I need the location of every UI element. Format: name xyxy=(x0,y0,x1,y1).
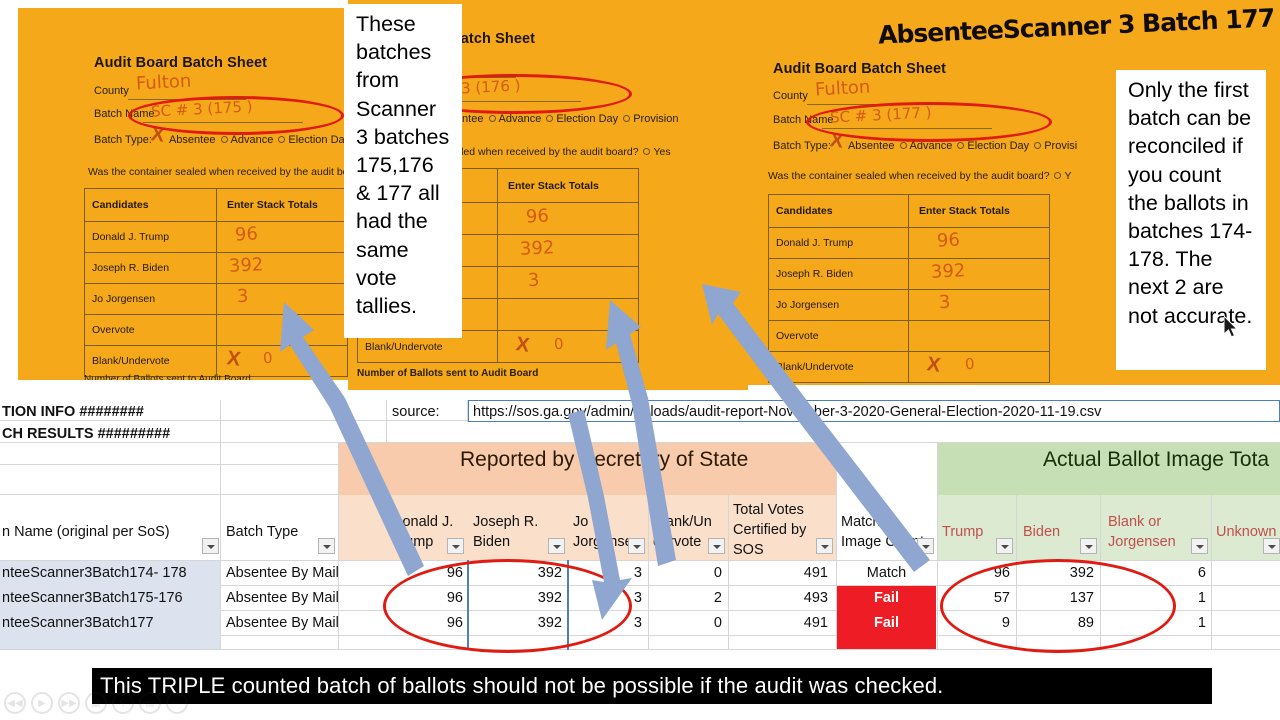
caption-bar: This TRIPLE counted batch of ballots sho… xyxy=(92,668,1212,704)
zoom-icon[interactable]: ⚲ xyxy=(112,692,134,714)
layout-icon[interactable]: ▦ xyxy=(85,692,107,714)
callout-note-right: Only the first batch can be reconciled i… xyxy=(1116,70,1266,370)
mouse-cursor-icon xyxy=(1224,316,1239,338)
notes-icon[interactable]: ▤ xyxy=(139,692,161,714)
play-icon[interactable]: ▶ xyxy=(31,692,53,714)
skip-forward-icon[interactable]: ▶▶ xyxy=(58,692,80,714)
annotation-arrows xyxy=(280,284,930,620)
video-player-controls[interactable]: ◀◀ ▶ ▶▶ ▦ ⚲ ▤ ⋯ xyxy=(0,688,230,718)
skip-back-icon[interactable]: ◀◀ xyxy=(4,692,26,714)
callout-note-left: These batches from Scanner 3 batches 175… xyxy=(344,4,462,338)
more-icon[interactable]: ⋯ xyxy=(166,692,188,714)
